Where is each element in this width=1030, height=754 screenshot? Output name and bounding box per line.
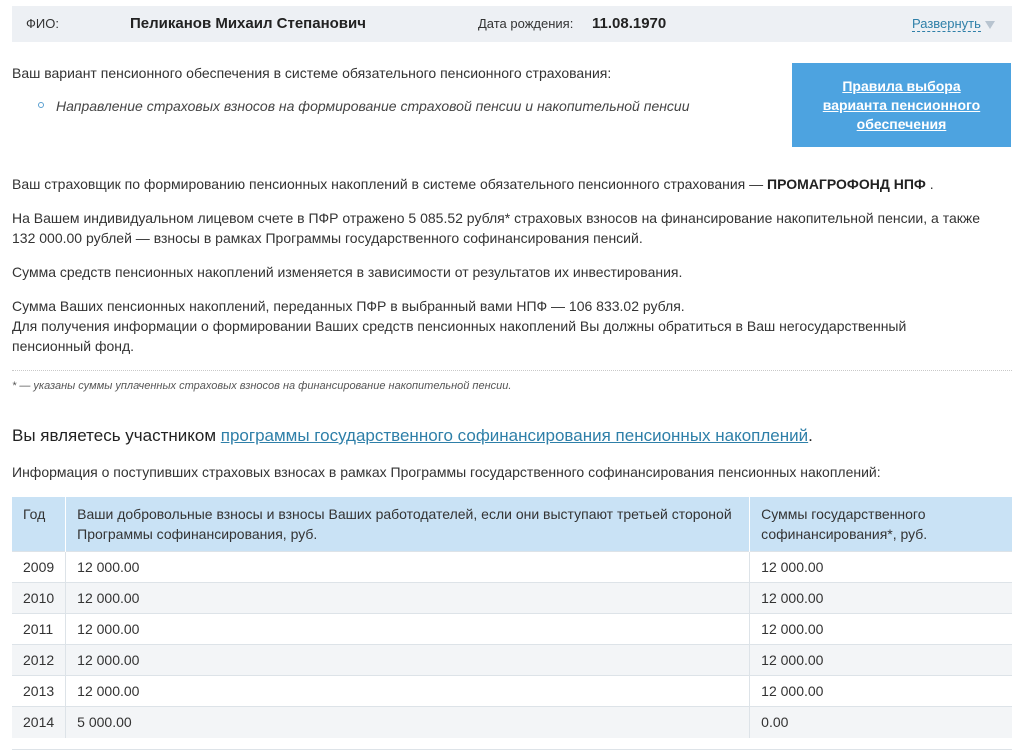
birth-date-label: Дата рождения: (478, 16, 574, 31)
member-suffix: . (808, 426, 813, 445)
program-member-text: Вы являетесь участником программы госуда… (12, 425, 813, 447)
sum-text: Сумма Ваших пенсионных накоплений, перед… (12, 298, 685, 314)
table-row: 2012 12 000.00 12 000.00 (12, 644, 1012, 676)
table-row: 2009 12 000.00 12 000.00 (12, 551, 1012, 583)
cell-year: 2012 (12, 644, 66, 676)
footnote: * — указаны суммы уплаченных страховых в… (12, 380, 512, 392)
cell-year: 2009 (12, 551, 66, 583)
cell-voluntary: 12 000.00 (65, 582, 750, 614)
column-header-year: Год (12, 497, 66, 552)
insurer-suffix: . (929, 176, 934, 192)
cell-state: 12 000.00 (749, 644, 1012, 676)
changes-text: Сумма средств пенсионных накоплений изме… (12, 264, 683, 280)
fio-value: Пеликанов Михаил Степанович (130, 15, 366, 32)
pension-variant-item: Направление страховых взносов на формиро… (56, 98, 690, 114)
pension-info-page: ФИО: Пеликанов Михаил Степанович Дата ро… (0, 0, 1030, 754)
cofinancing-program-link[interactable]: программы государственного софинансирова… (221, 426, 808, 445)
cell-voluntary: 12 000.00 (65, 551, 750, 583)
table-row: 2011 12 000.00 12 000.00 (12, 613, 1012, 645)
cell-voluntary: 12 000.00 (65, 613, 750, 645)
insurer-name: ПРОМАГРОФОНД НПФ (767, 176, 926, 192)
table-row: 2013 12 000.00 12 000.00 (12, 675, 1012, 707)
rules-box[interactable]: Правила выбора варианта пенсионного обес… (792, 63, 1011, 147)
cell-voluntary: 5 000.00 (65, 706, 750, 738)
rules-link[interactable]: Правила выбора варианта пенсионного обес… (812, 77, 992, 134)
account-text: На Вашем индивидуальном лицевом счете в … (12, 210, 981, 246)
cell-state: 12 000.00 (749, 675, 1012, 707)
column-header-state: Суммы государственного софинансирования*… (749, 497, 1012, 552)
fio-label: ФИО: (26, 16, 59, 31)
cell-voluntary: 12 000.00 (65, 675, 750, 707)
sum-block: Сумма Ваших пенсионных накоплений, перед… (12, 296, 987, 356)
insurer-text: Ваш страховщик по формированию пенсионны… (12, 174, 987, 194)
member-prefix: Вы являетесь участником (12, 426, 217, 445)
cell-year: 2014 (12, 706, 66, 738)
divider (12, 370, 1012, 371)
cell-state: 12 000.00 (749, 613, 1012, 645)
table-header-row: Год Ваши добровольные взносы и взносы Ва… (12, 497, 1012, 552)
cell-year: 2013 (12, 675, 66, 707)
column-header-voluntary: Ваши добровольные взносы и взносы Ваших … (65, 497, 750, 552)
cell-state: 12 000.00 (749, 551, 1012, 583)
contributions-info-text: Информация о поступивших страховых взнос… (12, 464, 881, 480)
cell-year: 2010 (12, 582, 66, 614)
triangle-down-icon[interactable] (985, 21, 995, 29)
cell-state: 0.00 (749, 706, 1012, 738)
cell-state: 12 000.00 (749, 582, 1012, 614)
contact-fund-text: Для получения информации о формировании … (12, 318, 907, 354)
insurer-prefix: Ваш страховщик по формированию пенсионны… (12, 176, 764, 192)
cell-voluntary: 12 000.00 (65, 644, 750, 676)
contributions-table: Год Ваши добровольные взносы и взносы Ва… (12, 497, 1012, 738)
person-header: ФИО: Пеликанов Михаил Степанович Дата ро… (12, 6, 1012, 42)
circle-bullet-icon (38, 102, 44, 108)
cell-year: 2011 (12, 613, 66, 645)
table-row: 2010 12 000.00 12 000.00 (12, 582, 1012, 614)
divider (12, 749, 1012, 750)
expand-link[interactable]: Развернуть (912, 16, 981, 32)
birth-date-value: 11.08.1970 (592, 15, 667, 32)
table-row: 2014 5 000.00 0.00 (12, 706, 1012, 738)
